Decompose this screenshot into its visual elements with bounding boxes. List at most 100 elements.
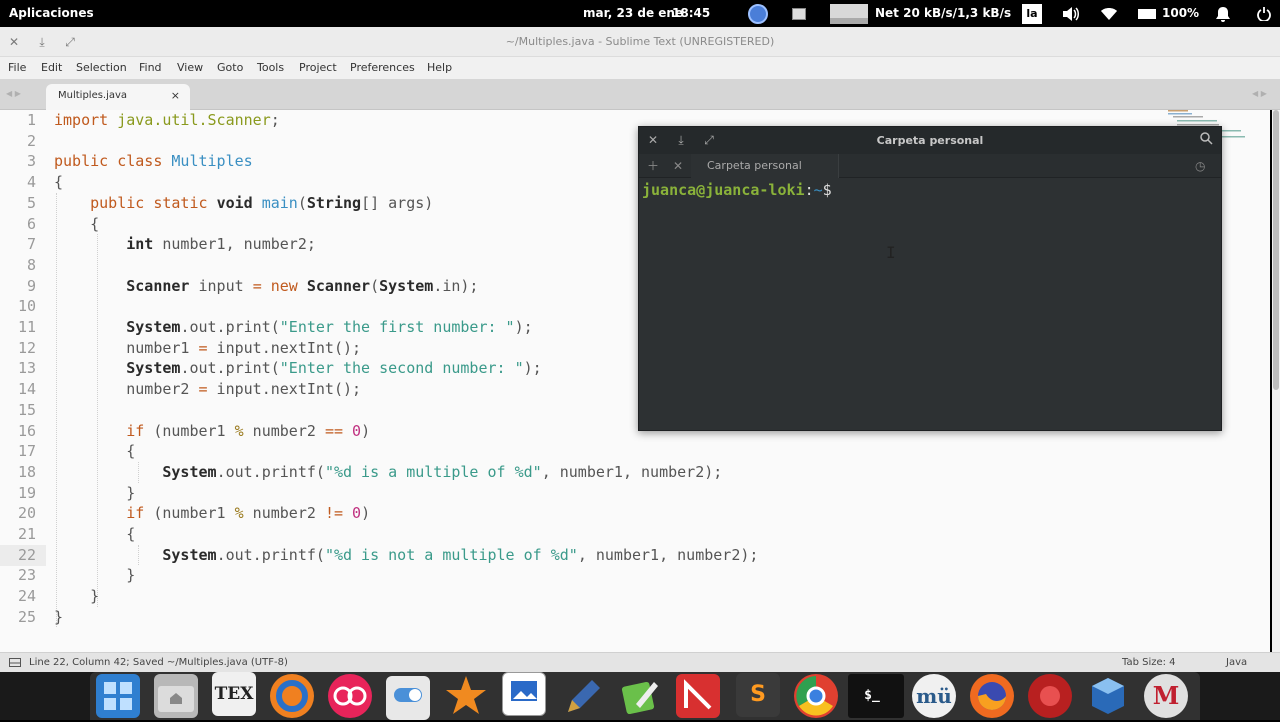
status-bar: Line 22, Column 42; Saved ~/Multiples.ja…: [0, 652, 1280, 672]
code-line: }: [90, 587, 100, 606]
line-number: 18: [17, 462, 36, 481]
virtualbox-icon[interactable]: [1086, 674, 1130, 718]
menu-selection[interactable]: Selection: [76, 57, 127, 79]
line-number: 10: [17, 297, 36, 316]
date-label[interactable]: mar, 23 de ene: [583, 0, 683, 27]
pen-icon[interactable]: [560, 674, 604, 718]
tab-nav-right-icon[interactable]: ◀ ▶: [1252, 89, 1267, 98]
time-label[interactable]: 18:45: [672, 0, 710, 27]
new-terminal-tab-icon[interactable]: ＋: [647, 154, 659, 178]
menu-goto[interactable]: Goto: [217, 57, 243, 79]
line-number: 2: [26, 131, 36, 150]
line-number: 21: [17, 525, 36, 543]
terminal-icon[interactable]: $_: [848, 674, 904, 718]
menu-tools[interactable]: Tools: [257, 57, 284, 79]
keyboard-layout-indicator[interactable]: la: [1022, 0, 1042, 27]
window-title: ~/Multiples.java - Sublime Text (UNREGIS…: [505, 35, 775, 48]
system-monitor-graph-icon[interactable]: [830, 0, 868, 27]
line-number: 14: [17, 380, 36, 399]
tab-label: Multiples.java: [58, 90, 128, 101]
code-line: System.out.print("Enter the first number…: [126, 318, 533, 336]
flickr-icon[interactable]: [328, 674, 372, 718]
line-number: 12: [17, 338, 36, 357]
code-line: public class Multiples: [54, 152, 253, 171]
line-number: 25: [17, 607, 36, 626]
code-line: System.out.printf("%d is a multiple of %…: [162, 462, 723, 481]
menu-view[interactable]: View: [177, 57, 203, 79]
terminal-search-icon[interactable]: [1198, 132, 1214, 148]
git-icon[interactable]: [676, 674, 720, 718]
menu-find[interactable]: Find: [139, 57, 162, 79]
panel-toggle-icon[interactable]: [9, 653, 21, 672]
tab-multiples-java[interactable]: Multiples.java ×: [46, 84, 190, 110]
ubuntu-software-icon[interactable]: [270, 674, 314, 718]
line-number: 9: [26, 276, 36, 295]
notifications-icon[interactable]: [1216, 0, 1230, 27]
power-icon[interactable]: [1257, 0, 1271, 27]
menu-file[interactable]: File: [8, 57, 26, 79]
code-line: {: [126, 525, 136, 543]
cursor-position-status: Line 22, Column 42; Saved ~/Multiples.ja…: [29, 657, 288, 668]
maxima-icon[interactable]: M: [1144, 674, 1188, 718]
code-line: {: [126, 442, 136, 461]
line-number: 20: [17, 504, 36, 523]
menu-preferences[interactable]: Preferences: [350, 57, 415, 79]
inkscape-icon[interactable]: [444, 674, 488, 718]
writer-icon[interactable]: [502, 672, 546, 716]
terminal-titlebar[interactable]: ✕ ⤓ ⤢ Carpeta personal: [639, 127, 1221, 154]
close-terminal-tab-icon[interactable]: ✕: [673, 154, 683, 178]
code-line: }: [54, 607, 64, 626]
volume-icon[interactable]: [1062, 0, 1080, 27]
firefox-icon[interactable]: [970, 674, 1014, 718]
menu-project[interactable]: Project: [299, 57, 337, 79]
terminal-tab-bar: ＋ ✕ Carpeta personal ◷: [639, 154, 1221, 178]
code-line: Scanner input = new Scanner(System.in);: [126, 276, 479, 295]
line-number: 17: [17, 442, 36, 461]
redshift-icon[interactable]: [1028, 674, 1072, 718]
chrome-icon[interactable]: [794, 674, 838, 718]
terminal-history-icon[interactable]: ◷: [1195, 154, 1205, 178]
menu-help[interactable]: Help: [427, 57, 452, 79]
net-speed-label[interactable]: Net 20 kB/s/1,3 kB/s: [875, 0, 1011, 27]
code-line: int number1, number2;: [126, 235, 316, 254]
activities-menu[interactable]: Aplicaciones: [9, 0, 94, 27]
battery-percentage[interactable]: 100%: [1162, 0, 1199, 27]
terminal-title: Carpeta personal: [876, 134, 984, 147]
sublime-text-icon[interactable]: S: [736, 673, 780, 717]
menu-bar: File Edit Selection Find View Goto Tools…: [0, 57, 1280, 79]
files-icon[interactable]: [96, 674, 140, 718]
tab-nav-left-icon[interactable]: ◀ ▶: [6, 89, 21, 98]
settings-icon[interactable]: [386, 676, 430, 720]
home-folder-icon[interactable]: [154, 674, 198, 718]
line-number: 5: [26, 193, 36, 212]
code-line: if (number1 % number2 != 0): [126, 504, 371, 523]
battery-icon[interactable]: [1138, 0, 1156, 27]
syntax-status[interactable]: Java: [1226, 653, 1247, 672]
screenshot-indicator-icon[interactable]: [792, 0, 806, 27]
texmaker-icon[interactable]: TEX: [212, 672, 256, 716]
line-number: 6: [26, 214, 36, 233]
musescore-icon[interactable]: mü: [912, 674, 956, 718]
code-line: {: [90, 214, 100, 233]
code-line: if (number1 % number2 == 0): [126, 421, 371, 440]
wifi-icon[interactable]: [1100, 0, 1118, 27]
line-number: 8: [26, 255, 36, 274]
code-line: }: [126, 566, 136, 585]
edit-icon[interactable]: [618, 674, 662, 718]
terminal-window[interactable]: ✕ ⤓ ⤢ Carpeta personal ＋ ✕ Carpeta perso…: [638, 126, 1222, 431]
terminal-tab-carpeta-personal[interactable]: Carpeta personal: [691, 154, 839, 178]
window-titlebar[interactable]: ✕ ⤓ ⤢ ~/Multiples.java - Sublime Text (U…: [0, 27, 1280, 57]
code-line: public static void main(String[] args): [90, 193, 434, 212]
line-number: 15: [17, 400, 36, 419]
code-line: import java.util.Scanner;: [54, 111, 280, 129]
tab-bar: ◀ ▶ Multiples.java × ◀ ▶: [0, 79, 1280, 110]
chrome-indicator-icon[interactable]: [748, 0, 768, 27]
vertical-scrollbar[interactable]: [1272, 110, 1280, 652]
terminal-prompt[interactable]: juanca@juanca-loki:~$: [642, 181, 832, 199]
menu-edit[interactable]: Edit: [41, 57, 62, 79]
tab-close-icon[interactable]: ×: [171, 84, 180, 108]
line-number: 22: [17, 545, 36, 564]
scrollbar-thumb[interactable]: [1273, 110, 1279, 390]
tab-size-status[interactable]: Tab Size: 4: [1122, 653, 1176, 672]
line-number: 23: [17, 566, 36, 585]
